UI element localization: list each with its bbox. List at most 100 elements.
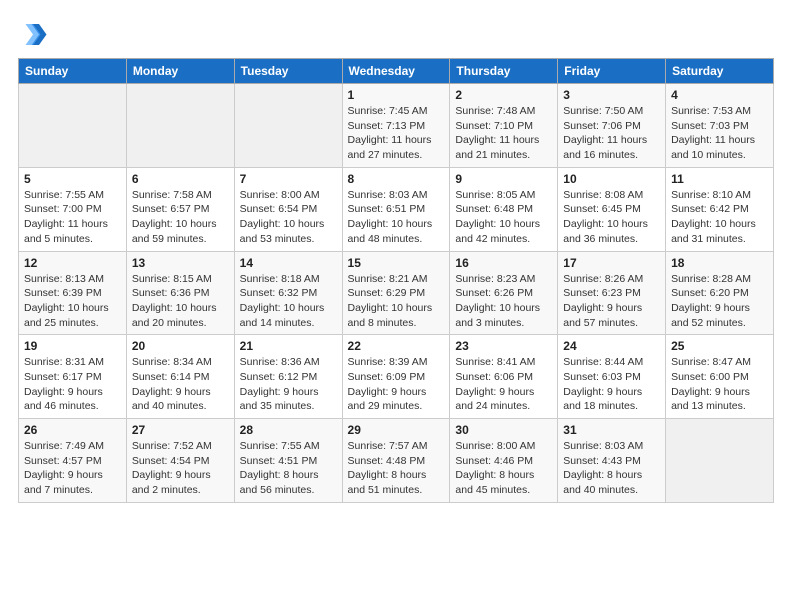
day-info: Sunrise: 8:23 AM Sunset: 6:26 PM Dayligh…	[455, 272, 552, 331]
day-number: 8	[348, 172, 445, 186]
weekday-header-saturday: Saturday	[666, 59, 774, 84]
day-cell: 5 Sunrise: 7:55 AM Sunset: 7:00 PM Daylig…	[19, 167, 127, 251]
day-cell: 3 Sunrise: 7:50 AM Sunset: 7:06 PM Daylig…	[558, 84, 666, 168]
weekday-header-monday: Monday	[126, 59, 234, 84]
day-cell: 1 Sunrise: 7:45 AM Sunset: 7:13 PM Daylig…	[342, 84, 450, 168]
day-info: Sunrise: 8:47 AM Sunset: 6:00 PM Dayligh…	[671, 355, 768, 414]
day-cell: 27 Sunrise: 7:52 AM Sunset: 4:54 PM Dayli…	[126, 419, 234, 503]
day-info: Sunrise: 7:55 AM Sunset: 7:00 PM Dayligh…	[24, 188, 121, 247]
day-info: Sunrise: 7:57 AM Sunset: 4:48 PM Dayligh…	[348, 439, 445, 498]
weekday-header-sunday: Sunday	[19, 59, 127, 84]
day-number: 31	[563, 423, 660, 437]
day-info: Sunrise: 8:08 AM Sunset: 6:45 PM Dayligh…	[563, 188, 660, 247]
calendar-table: SundayMondayTuesdayWednesdayThursdayFrid…	[18, 58, 774, 503]
day-cell: 2 Sunrise: 7:48 AM Sunset: 7:10 PM Daylig…	[450, 84, 558, 168]
day-info: Sunrise: 8:03 AM Sunset: 4:43 PM Dayligh…	[563, 439, 660, 498]
weekday-header-wednesday: Wednesday	[342, 59, 450, 84]
day-cell: 10 Sunrise: 8:08 AM Sunset: 6:45 PM Dayli…	[558, 167, 666, 251]
day-cell: 19 Sunrise: 8:31 AM Sunset: 6:17 PM Dayli…	[19, 335, 127, 419]
day-number: 28	[240, 423, 337, 437]
day-number: 11	[671, 172, 768, 186]
day-cell: 25 Sunrise: 8:47 AM Sunset: 6:00 PM Dayli…	[666, 335, 774, 419]
day-number: 29	[348, 423, 445, 437]
day-number: 4	[671, 88, 768, 102]
day-number: 27	[132, 423, 229, 437]
day-cell	[666, 419, 774, 503]
day-info: Sunrise: 8:39 AM Sunset: 6:09 PM Dayligh…	[348, 355, 445, 414]
day-number: 3	[563, 88, 660, 102]
week-row-3: 12 Sunrise: 8:13 AM Sunset: 6:39 PM Dayli…	[19, 251, 774, 335]
day-number: 14	[240, 256, 337, 270]
day-number: 6	[132, 172, 229, 186]
day-cell	[234, 84, 342, 168]
day-number: 2	[455, 88, 552, 102]
day-number: 23	[455, 339, 552, 353]
day-number: 24	[563, 339, 660, 353]
day-cell: 7Sunrise: 8:00 AM Sunset: 6:54 PM Daylig…	[234, 167, 342, 251]
day-cell: 6 Sunrise: 7:58 AM Sunset: 6:57 PM Daylig…	[126, 167, 234, 251]
day-cell: 22 Sunrise: 8:39 AM Sunset: 6:09 PM Dayli…	[342, 335, 450, 419]
day-cell: 29 Sunrise: 7:57 AM Sunset: 4:48 PM Dayli…	[342, 419, 450, 503]
day-number: 19	[24, 339, 121, 353]
day-cell: 18Sunrise: 8:28 AM Sunset: 6:20 PM Dayli…	[666, 251, 774, 335]
day-info: Sunrise: 7:58 AM Sunset: 6:57 PM Dayligh…	[132, 188, 229, 247]
day-number: 9	[455, 172, 552, 186]
day-cell: 31 Sunrise: 8:03 AM Sunset: 4:43 PM Dayli…	[558, 419, 666, 503]
day-info: Sunrise: 7:45 AM Sunset: 7:13 PM Dayligh…	[348, 104, 445, 163]
day-info: Sunrise: 7:53 AM Sunset: 7:03 PM Dayligh…	[671, 104, 768, 163]
day-number: 25	[671, 339, 768, 353]
day-cell: 14 Sunrise: 8:18 AM Sunset: 6:32 PM Dayli…	[234, 251, 342, 335]
weekday-header-tuesday: Tuesday	[234, 59, 342, 84]
day-number: 20	[132, 339, 229, 353]
day-cell: 12 Sunrise: 8:13 AM Sunset: 6:39 PM Dayli…	[19, 251, 127, 335]
day-info: Sunrise: 7:50 AM Sunset: 7:06 PM Dayligh…	[563, 104, 660, 163]
day-number: 10	[563, 172, 660, 186]
day-info: Sunrise: 8:26 AM Sunset: 6:23 PM Dayligh…	[563, 272, 660, 331]
day-info: Sunrise: 8:34 AM Sunset: 6:14 PM Dayligh…	[132, 355, 229, 414]
day-number: 13	[132, 256, 229, 270]
week-row-2: 5 Sunrise: 7:55 AM Sunset: 7:00 PM Daylig…	[19, 167, 774, 251]
day-number: 15	[348, 256, 445, 270]
day-number: 30	[455, 423, 552, 437]
day-number: 1	[348, 88, 445, 102]
day-cell: 9 Sunrise: 8:05 AM Sunset: 6:48 PM Daylig…	[450, 167, 558, 251]
day-cell: 11 Sunrise: 8:10 AM Sunset: 6:42 PM Dayli…	[666, 167, 774, 251]
logo-icon	[18, 18, 48, 48]
weekday-header-thursday: Thursday	[450, 59, 558, 84]
day-info: Sunrise: 8:05 AM Sunset: 6:48 PM Dayligh…	[455, 188, 552, 247]
day-info: Sunrise: 8:18 AM Sunset: 6:32 PM Dayligh…	[240, 272, 337, 331]
day-cell: 28 Sunrise: 7:55 AM Sunset: 4:51 PM Dayli…	[234, 419, 342, 503]
day-info: Sunrise: 7:55 AM Sunset: 4:51 PM Dayligh…	[240, 439, 337, 498]
day-info: Sunrise: 8:41 AM Sunset: 6:06 PM Dayligh…	[455, 355, 552, 414]
day-cell: 8Sunrise: 8:03 AM Sunset: 6:51 PM Daylig…	[342, 167, 450, 251]
day-cell: 17 Sunrise: 8:26 AM Sunset: 6:23 PM Dayli…	[558, 251, 666, 335]
day-number: 16	[455, 256, 552, 270]
day-info: Sunrise: 8:21 AM Sunset: 6:29 PM Dayligh…	[348, 272, 445, 331]
day-info: Sunrise: 8:10 AM Sunset: 6:42 PM Dayligh…	[671, 188, 768, 247]
day-info: Sunrise: 7:52 AM Sunset: 4:54 PM Dayligh…	[132, 439, 229, 498]
day-info: Sunrise: 7:49 AM Sunset: 4:57 PM Dayligh…	[24, 439, 121, 498]
day-cell: 20 Sunrise: 8:34 AM Sunset: 6:14 PM Dayli…	[126, 335, 234, 419]
weekday-header-row: SundayMondayTuesdayWednesdayThursdayFrid…	[19, 59, 774, 84]
day-info: Sunrise: 8:15 AM Sunset: 6:36 PM Dayligh…	[132, 272, 229, 331]
day-cell: 23 Sunrise: 8:41 AM Sunset: 6:06 PM Dayli…	[450, 335, 558, 419]
day-number: 5	[24, 172, 121, 186]
day-number: 7	[240, 172, 337, 186]
day-info: Sunrise: 7:48 AM Sunset: 7:10 PM Dayligh…	[455, 104, 552, 163]
day-cell	[19, 84, 127, 168]
day-cell: 24 Sunrise: 8:44 AM Sunset: 6:03 PM Dayli…	[558, 335, 666, 419]
day-info: Sunrise: 8:13 AM Sunset: 6:39 PM Dayligh…	[24, 272, 121, 331]
day-number: 17	[563, 256, 660, 270]
day-cell: 21 Sunrise: 8:36 AM Sunset: 6:12 PM Dayli…	[234, 335, 342, 419]
day-info: Sunrise: 8:31 AM Sunset: 6:17 PM Dayligh…	[24, 355, 121, 414]
day-info: Sunrise: 8:36 AM Sunset: 6:12 PM Dayligh…	[240, 355, 337, 414]
day-info: Sunrise: 8:44 AM Sunset: 6:03 PM Dayligh…	[563, 355, 660, 414]
day-number: 12	[24, 256, 121, 270]
day-number: 21	[240, 339, 337, 353]
header	[18, 18, 774, 48]
day-cell: 30Sunrise: 8:00 AM Sunset: 4:46 PM Dayli…	[450, 419, 558, 503]
page: SundayMondayTuesdayWednesdayThursdayFrid…	[0, 0, 792, 612]
day-cell: 4 Sunrise: 7:53 AM Sunset: 7:03 PM Daylig…	[666, 84, 774, 168]
day-number: 22	[348, 339, 445, 353]
logo	[18, 18, 52, 48]
